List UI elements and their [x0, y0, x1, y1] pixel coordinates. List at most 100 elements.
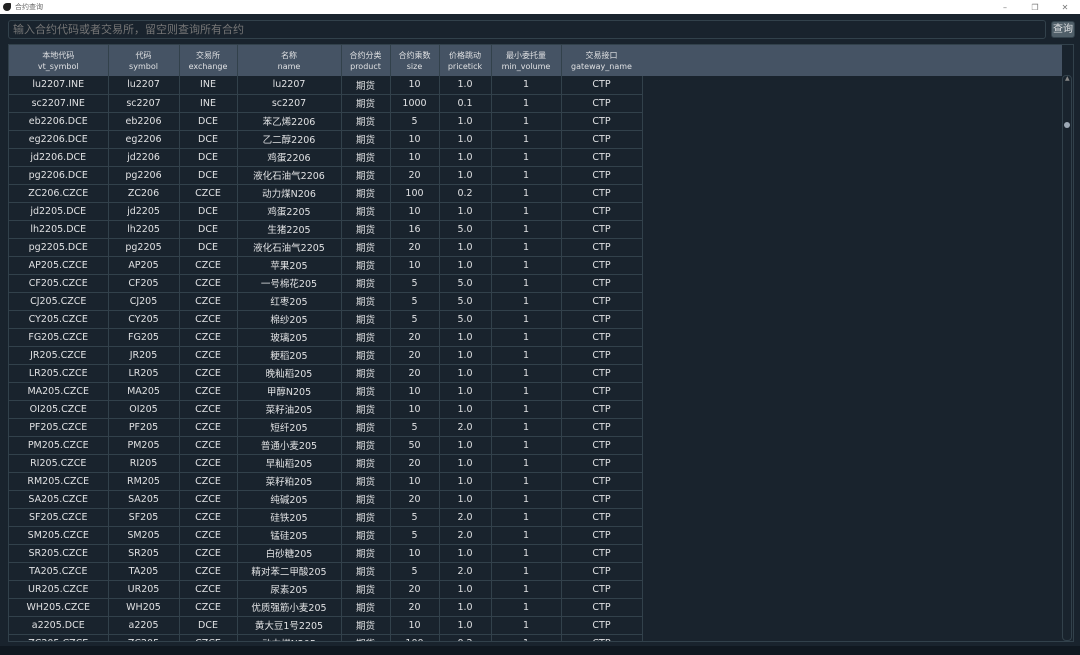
cell-size[interactable]: 20 [390, 166, 440, 185]
cell-pricetick[interactable]: 1.0 [439, 436, 492, 455]
cell-vt-symbol[interactable]: CY205.CZCE [9, 310, 109, 329]
cell-size[interactable]: 5 [390, 112, 440, 131]
cell-pricetick[interactable]: 0.2 [439, 634, 492, 641]
cell-exchange[interactable]: CZCE [179, 256, 238, 275]
cell-gateway-name[interactable]: CTP [561, 598, 643, 617]
table-row[interactable]: UR205.CZCE UR205 CZCE 尿素205 期货 20 1.0 1 CTP [9, 580, 643, 599]
column-header-size[interactable]: 合约乘数 size [390, 45, 440, 76]
cell-product[interactable]: 期货 [341, 94, 391, 113]
cell-gateway-name[interactable]: CTP [561, 130, 643, 149]
cell-size[interactable]: 1000 [390, 94, 440, 113]
cell-pricetick[interactable]: 5.0 [439, 292, 492, 311]
cell-name[interactable]: 一号棉花205 [237, 274, 342, 293]
cell-min-volume[interactable]: 1 [491, 544, 562, 563]
column-header-name[interactable]: 名称 name [237, 45, 342, 76]
cell-gateway-name[interactable]: CTP [561, 166, 643, 185]
cell-product[interactable]: 期货 [341, 346, 391, 365]
cell-name[interactable]: 短纤205 [237, 418, 342, 437]
cell-size[interactable]: 100 [390, 184, 440, 203]
table-row[interactable]: WH205.CZCE WH205 CZCE 优质强筋小麦205 期货 20 1.0 1 CTP [9, 598, 643, 617]
cell-product[interactable]: 期货 [341, 526, 391, 545]
cell-min-volume[interactable]: 1 [491, 328, 562, 347]
column-header-product[interactable]: 合约分类 product [341, 45, 391, 76]
cell-pricetick[interactable]: 1.0 [439, 130, 492, 149]
cell-gateway-name[interactable]: CTP [561, 634, 643, 641]
cell-gateway-name[interactable]: CTP [561, 76, 643, 95]
cell-vt-symbol[interactable]: PM205.CZCE [9, 436, 109, 455]
cell-name[interactable]: 锰硅205 [237, 526, 342, 545]
cell-gateway-name[interactable]: CTP [561, 256, 643, 275]
cell-name[interactable]: 粳稻205 [237, 346, 342, 365]
cell-pricetick[interactable]: 1.0 [439, 400, 492, 419]
scrollbar-handle[interactable] [1064, 122, 1070, 128]
cell-name[interactable]: 动力煤N205 [237, 634, 342, 641]
cell-min-volume[interactable]: 1 [491, 580, 562, 599]
cell-exchange[interactable]: CZCE [179, 526, 238, 545]
cell-vt-symbol[interactable]: lh2205.DCE [9, 220, 109, 239]
table-row[interactable]: LR205.CZCE LR205 CZCE 晚籼稻205 期货 20 1.0 1 CTP [9, 364, 643, 383]
cell-exchange[interactable]: DCE [179, 130, 238, 149]
column-header-symbol[interactable]: 代码 symbol [108, 45, 180, 76]
cell-size[interactable]: 10 [390, 202, 440, 221]
cell-size[interactable]: 10 [390, 616, 440, 635]
cell-size[interactable]: 10 [390, 76, 440, 95]
table-row[interactable]: pg2205.DCE pg2205 DCE 液化石油气2205 期货 20 1.0 1 CTP [9, 238, 643, 257]
cell-min-volume[interactable]: 1 [491, 256, 562, 275]
cell-gateway-name[interactable]: CTP [561, 454, 643, 473]
cell-min-volume[interactable]: 1 [491, 562, 562, 581]
cell-product[interactable]: 期货 [341, 454, 391, 473]
cell-size[interactable]: 20 [390, 328, 440, 347]
table-row[interactable]: ZC205.CZCEZC205CZCE动力煤N205期货1000.21CTP [9, 634, 643, 641]
cell-symbol[interactable]: OI205 [108, 400, 180, 419]
cell-name[interactable]: 菜籽油205 [237, 400, 342, 419]
cell-symbol[interactable]: ZC206 [108, 184, 180, 203]
cell-symbol[interactable]: PM205 [108, 436, 180, 455]
cell-product[interactable]: 期货 [341, 130, 391, 149]
cell-min-volume[interactable]: 1 [491, 166, 562, 185]
cell-min-volume[interactable]: 1 [491, 472, 562, 491]
vertical-scrollbar[interactable]: ▲ [1062, 75, 1072, 641]
cell-symbol[interactable]: FG205 [108, 328, 180, 347]
cell-name[interactable]: 白砂糖205 [237, 544, 342, 563]
close-button[interactable]: ✕ [1050, 3, 1080, 12]
cell-symbol[interactable]: TA205 [108, 562, 180, 581]
cell-gateway-name[interactable]: CTP [561, 364, 643, 383]
cell-name[interactable]: 动力煤N206 [237, 184, 342, 203]
cell-size[interactable]: 20 [390, 364, 440, 383]
cell-size[interactable]: 10 [390, 472, 440, 491]
cell-pricetick[interactable]: 1.0 [439, 382, 492, 401]
cell-gateway-name[interactable]: CTP [561, 562, 643, 581]
cell-symbol[interactable]: CJ205 [108, 292, 180, 311]
cell-gateway-name[interactable]: CTP [561, 184, 643, 203]
cell-exchange[interactable]: CZCE [179, 634, 238, 641]
cell-min-volume[interactable]: 1 [491, 238, 562, 257]
cell-min-volume[interactable]: 1 [491, 364, 562, 383]
cell-exchange[interactable]: DCE [179, 616, 238, 635]
cell-symbol[interactable]: WH205 [108, 598, 180, 617]
cell-pricetick[interactable]: 1.0 [439, 364, 492, 383]
cell-symbol[interactable]: SA205 [108, 490, 180, 509]
cell-name[interactable]: 苹果205 [237, 256, 342, 275]
cell-min-volume[interactable]: 1 [491, 76, 562, 95]
table-row[interactable]: MA205.CZCE MA205 CZCE 甲醇N205 期货 10 1.0 1 CTP [9, 382, 643, 401]
cell-product[interactable]: 期货 [341, 292, 391, 311]
cell-exchange[interactable]: CZCE [179, 310, 238, 329]
cell-product[interactable]: 期货 [341, 274, 391, 293]
scroll-up-icon[interactable]: ▲ [1065, 75, 1070, 82]
cell-gateway-name[interactable]: CTP [561, 94, 643, 113]
cell-symbol[interactable]: sc2207 [108, 94, 180, 113]
cell-vt-symbol[interactable]: pg2206.DCE [9, 166, 109, 185]
cell-min-volume[interactable]: 1 [491, 598, 562, 617]
cell-pricetick[interactable]: 1.0 [439, 580, 492, 599]
cell-exchange[interactable]: CZCE [179, 508, 238, 527]
cell-min-volume[interactable]: 1 [491, 310, 562, 329]
table-row[interactable]: a2205.DCE a2205 DCE 黄大豆1号2205 期货 10 1.0 1 CTP [9, 616, 643, 635]
cell-exchange[interactable]: CZCE [179, 490, 238, 509]
cell-pricetick[interactable]: 1.0 [439, 616, 492, 635]
cell-size[interactable]: 100 [390, 634, 440, 641]
table-row[interactable]: RM205.CZCE RM205 CZCE 菜籽粕205 期货 10 1.0 1 CTP [9, 472, 643, 491]
table-row[interactable]: AP205.CZCE AP205 CZCE 苹果205 期货 10 1.0 1 CTP [9, 256, 643, 275]
cell-exchange[interactable]: CZCE [179, 454, 238, 473]
cell-name[interactable]: 棉纱205 [237, 310, 342, 329]
cell-exchange[interactable]: CZCE [179, 562, 238, 581]
